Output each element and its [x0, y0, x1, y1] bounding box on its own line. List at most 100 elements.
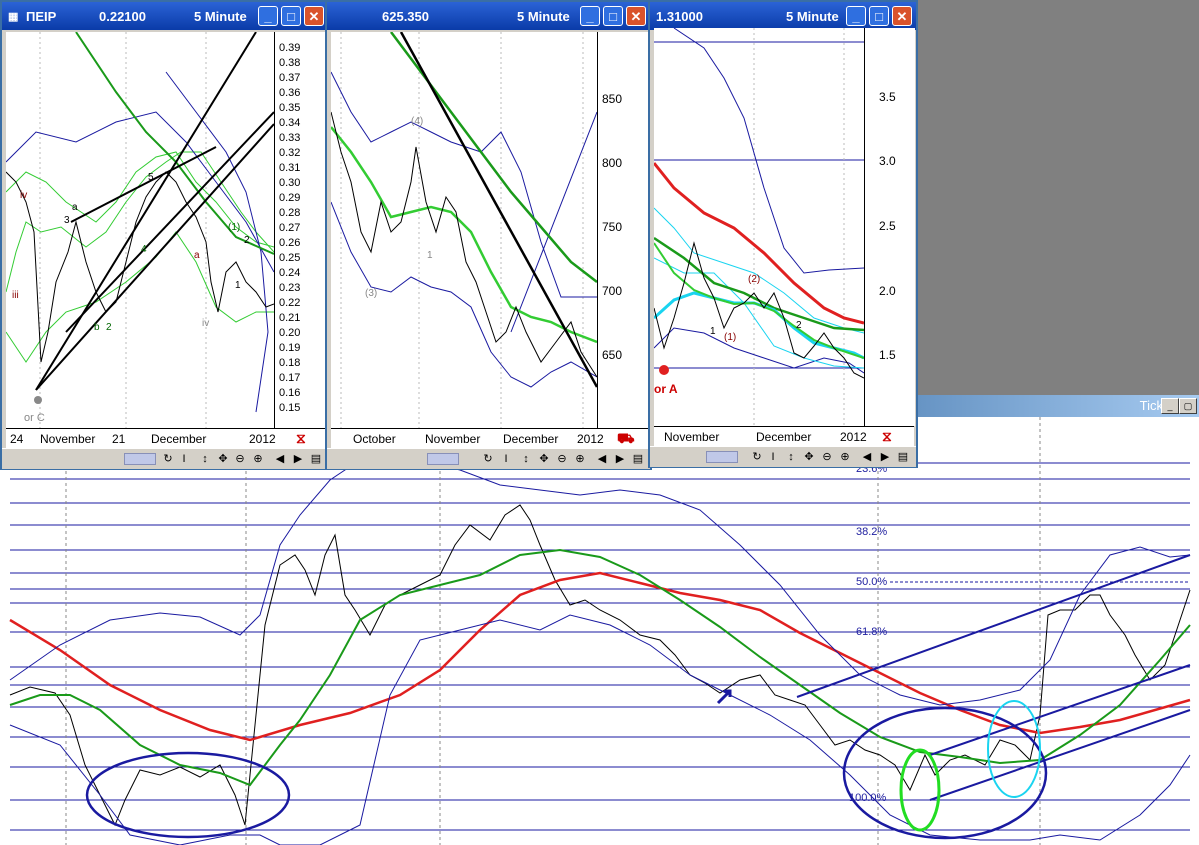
minimize-icon[interactable]: _	[846, 6, 866, 26]
window-3-interval: 5 Minute	[786, 9, 839, 24]
wave-label-b: b	[94, 322, 100, 333]
y-tick: 850	[602, 92, 623, 106]
cursor-icon[interactable]: I	[766, 449, 780, 465]
scroll-thumb[interactable]	[124, 453, 156, 465]
zoom-out-icon[interactable]: ⊖	[820, 449, 834, 465]
y-tick: 0.29	[279, 192, 301, 204]
hourglass-icon[interactable]: ⧖	[882, 428, 892, 445]
wave-label-2: 2	[796, 320, 802, 331]
y-tick: 0.31	[279, 162, 301, 174]
zoom-in-icon[interactable]: ⊕	[838, 449, 852, 465]
x-tick: 24	[10, 432, 24, 446]
minimize-icon[interactable]: _	[258, 6, 278, 26]
left-arrow-icon[interactable]: ◀	[273, 451, 287, 467]
chart-window-1[interactable]: ▦ ΠΕΙΡ 0.22100 5 Minute _ □ ✕ iv iii 3 4…	[0, 0, 330, 470]
crosshair-icon[interactable]: ✥	[802, 449, 816, 465]
y-tick: 0.23	[279, 282, 301, 294]
left-arrow-icon[interactable]: ◀	[595, 451, 609, 467]
left-arrow-icon[interactable]: ◀	[860, 449, 874, 465]
minimize-icon[interactable]: _	[580, 6, 600, 26]
refresh-icon[interactable]: ↻	[750, 449, 764, 465]
window-3-scrollbar[interactable]: ↻ I ↕ ✥ ⊖ ⊕ ◀ ▶ ▤	[650, 446, 916, 467]
y-tick: 0.16	[279, 387, 301, 399]
fib-100-label: 100.0%	[849, 792, 887, 804]
chart-window-3-titlebar[interactable]: 1.31000 5 Minute _ □ ✕	[650, 2, 916, 30]
scroll-thumb[interactable]	[427, 453, 459, 465]
scroll-thumb[interactable]	[706, 451, 738, 463]
alert-icon[interactable]: ⛟	[617, 430, 635, 449]
chart-window-1-titlebar[interactable]: ▦ ΠΕΙΡ 0.22100 5 Minute _ □ ✕	[2, 2, 328, 30]
wave-label-5: 5	[148, 172, 154, 183]
y-tick: 800	[602, 156, 623, 170]
right-arrow-icon[interactable]: ▶	[878, 449, 892, 465]
wave-label-iv: iv	[20, 190, 28, 201]
move-icon[interactable]: ↕	[198, 451, 212, 467]
page-icon[interactable]: ▤	[896, 449, 910, 465]
y-tick: 0.27	[279, 222, 301, 234]
move-icon[interactable]: ↕	[784, 449, 798, 465]
y-tick: 0.32	[279, 147, 301, 159]
fib-38-label: 38.2%	[856, 526, 888, 538]
close-icon[interactable]: ✕	[626, 6, 646, 26]
y-tick: 0.34	[279, 117, 301, 129]
window-1-interval: 5 Minute	[194, 9, 247, 24]
wave-label-(1): (1)	[724, 332, 737, 343]
x-tick: November	[425, 432, 481, 446]
wave-label-1: 1	[710, 326, 716, 337]
refresh-icon[interactable]: ↻	[481, 451, 495, 467]
crosshair-icon[interactable]: ✥	[216, 451, 230, 467]
wave-label-4: 4	[141, 244, 147, 255]
zoom-in-icon[interactable]: ⊕	[573, 451, 587, 467]
wave-label-2-upper: 2	[244, 235, 250, 246]
window-1-scrollbar[interactable]: ↻ I ↕ ✥ ⊖ ⊕ ◀ ▶ ▤	[2, 448, 328, 469]
close-icon[interactable]: ✕	[304, 6, 324, 26]
refresh-icon[interactable]: ↻	[161, 451, 175, 467]
page-icon[interactable]: ▤	[309, 451, 323, 467]
maximize-icon[interactable]: □	[281, 6, 301, 26]
page-icon[interactable]: ▤	[631, 451, 645, 467]
right-arrow-icon[interactable]: ▶	[613, 451, 627, 467]
wave-label-2: 2	[106, 322, 112, 333]
window-3-plot[interactable]: (2) (1) 2 1 or A	[654, 28, 864, 426]
y-tick: 0.21	[279, 312, 301, 324]
move-icon[interactable]: ↕	[519, 451, 533, 467]
maximize-icon[interactable]: □	[869, 6, 889, 26]
x-tick: December	[756, 430, 812, 444]
x-tick: 21	[112, 432, 126, 446]
y-tick: 0.25	[279, 252, 301, 264]
zoom-out-icon[interactable]: ⊖	[233, 451, 247, 467]
chart-window-3[interactable]: 1.31000 5 Minute _ □ ✕ (2) (1) 2 1 or A …	[648, 0, 918, 468]
y-tick: 2.5	[879, 219, 896, 233]
window-3-price: 1.31000	[656, 9, 703, 24]
y-tick: 1.5	[879, 348, 896, 362]
window-2-scrollbar[interactable]: ↻ I ↕ ✥ ⊖ ⊕ ◀ ▶ ▤	[327, 448, 650, 469]
chart-window-2-titlebar[interactable]: 625.350 5 Minute _ □ ✕	[327, 2, 650, 30]
window-1-plot[interactable]: iv iii 3 4 5 a b 2 (1) iv a 1 2 or C	[6, 32, 274, 428]
maximize-icon[interactable]: □	[603, 6, 623, 26]
wave-label-(1): (1)	[228, 222, 241, 233]
window-2-price: 625.350	[382, 9, 429, 24]
chart-window-2[interactable]: 625.350 5 Minute _ □ ✕ (3) (4) 1 850 800…	[325, 0, 652, 470]
window-1-symbol: ΠΕΙΡ	[26, 9, 57, 24]
y-tick: 3.0	[879, 154, 896, 168]
crosshair-icon[interactable]: ✥	[537, 451, 551, 467]
wave-label-a-lower: a	[194, 250, 200, 261]
window-2-plot[interactable]: (3) (4) 1	[331, 32, 597, 428]
hourglass-icon[interactable]: ⧖	[296, 430, 306, 447]
zoom-in-icon[interactable]: ⊕	[251, 451, 265, 467]
y-tick: 700	[602, 284, 623, 298]
cursor-icon[interactable]: I	[177, 451, 191, 467]
fib-50-label: 50.0%	[856, 576, 888, 588]
window-2-interval: 5 Minute	[517, 9, 570, 24]
desktop-background	[918, 0, 1199, 395]
x-tick: 2012	[249, 432, 276, 446]
y-tick: 750	[602, 220, 623, 234]
y-tick: 0.33	[279, 132, 301, 144]
y-tick: 0.39	[279, 42, 301, 54]
zoom-out-icon[interactable]: ⊖	[555, 451, 569, 467]
right-arrow-icon[interactable]: ▶	[291, 451, 305, 467]
wave-label-(2): (2)	[748, 274, 761, 285]
y-tick: 3.5	[879, 90, 896, 104]
close-icon[interactable]: ✕	[892, 6, 912, 26]
cursor-icon[interactable]: I	[499, 451, 513, 467]
